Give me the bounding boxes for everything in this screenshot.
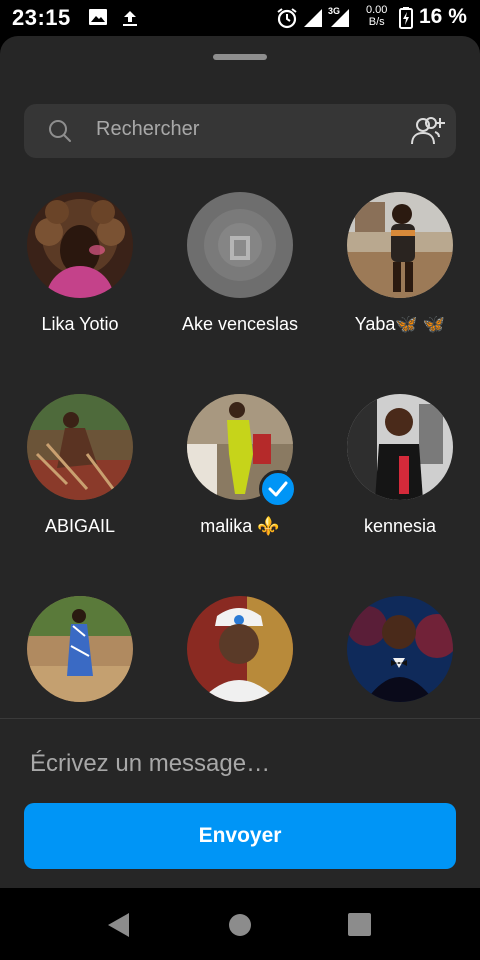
contact-item[interactable]: Ake venceslas [160, 192, 320, 382]
contact-item[interactable]: Lika Yotio [0, 192, 160, 382]
search-bar[interactable]: Rechercher [24, 104, 456, 158]
network-speed-value: 0.00 [366, 4, 388, 16]
contact-item[interactable] [160, 596, 320, 718]
recents-icon[interactable] [348, 913, 371, 936]
contact-item[interactable] [320, 596, 480, 718]
avatar [27, 192, 133, 298]
contact-item[interactable]: Yaba🦋 🦋 [320, 192, 480, 382]
contact-name: Ake venceslas [181, 314, 299, 334]
status-bar: 23:15 3G 0.00 B/s 16 % [0, 0, 480, 36]
contact-item[interactable]: ABIGAIL [0, 394, 160, 584]
add-people-icon[interactable] [410, 116, 446, 146]
message-input[interactable]: Écrivez un message… [30, 750, 270, 778]
network-speed-unit: B/s [368, 16, 385, 28]
share-sheet: Rechercher Lika Yotio Ake venceslas Yaba… [0, 36, 480, 888]
upload-icon [123, 11, 137, 26]
contact-name: Yaba🦋 🦋 [354, 314, 446, 334]
signal-icon [304, 9, 322, 27]
divider [0, 718, 480, 719]
search-input[interactable]: Rechercher [96, 118, 199, 141]
avatar [27, 394, 133, 500]
image-icon [89, 9, 107, 25]
send-button-label: Envoyer [198, 824, 282, 847]
alarm-icon [277, 8, 297, 29]
avatar [347, 596, 453, 702]
contact-grid: Lika Yotio Ake venceslas Yaba🦋 🦋 ABIGAIL… [0, 192, 480, 718]
avatar [347, 192, 453, 298]
avatar [187, 192, 293, 298]
contact-name: kennesia [363, 516, 437, 536]
contact-item[interactable] [0, 596, 160, 718]
contact-name: Lika Yotio [41, 314, 119, 334]
drag-handle[interactable] [213, 54, 267, 60]
contact-name: ABIGAIL [44, 516, 116, 536]
back-icon[interactable] [107, 912, 131, 938]
contact-item[interactable]: kennesia [320, 394, 480, 584]
battery-percent: 16 % [419, 5, 467, 28]
avatar [27, 596, 133, 702]
signal-3g-icon [331, 9, 349, 27]
send-button[interactable]: Envoyer [24, 803, 456, 869]
navigation-bar [0, 888, 480, 960]
contact-item[interactable]: malika ⚜️ [160, 394, 320, 584]
contact-name: malika ⚜️ [200, 516, 280, 536]
status-time: 23:15 [12, 5, 71, 30]
selected-check-icon [259, 470, 297, 508]
battery-charging-icon [399, 7, 413, 29]
search-icon [49, 120, 71, 142]
avatar [187, 596, 293, 702]
avatar [347, 394, 453, 500]
network-speed: 0.00 B/s [366, 4, 387, 28]
home-icon[interactable] [228, 913, 252, 937]
